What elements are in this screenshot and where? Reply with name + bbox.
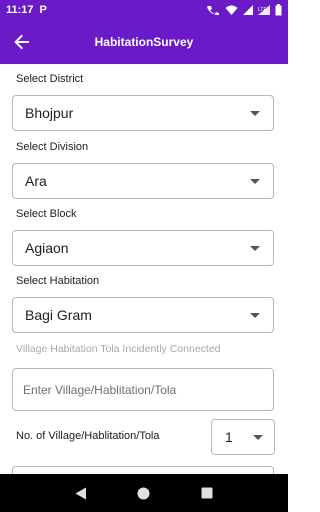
battery-icon [275, 4, 282, 16]
home-circle-icon [137, 487, 150, 499]
signal-icon [243, 5, 253, 15]
nav-recents-button[interactable] [192, 478, 222, 508]
back-triangle-icon [75, 487, 87, 499]
volte-icon [207, 6, 219, 15]
connected-hint: Village Habitation Tola Incidently Conne… [16, 343, 221, 355]
block-dropdown[interactable]: Agiaon [12, 230, 274, 266]
recents-square-icon [201, 487, 213, 499]
block-label: Select Block [16, 208, 77, 220]
dropdown-arrow-icon [250, 179, 260, 184]
arrow-back-icon [14, 34, 29, 50]
system-nav-bar [0, 474, 288, 512]
district-value: Bhojpur [25, 105, 74, 121]
status-time: 11:17 [6, 4, 34, 16]
dropdown-arrow-icon [250, 246, 260, 251]
division-value: Ara [25, 173, 47, 189]
dropdown-arrow-icon [253, 435, 263, 440]
division-dropdown[interactable]: Ara [12, 163, 274, 199]
count-label: No. of Village/Hablitation/Tola [16, 430, 160, 442]
nav-back-button[interactable] [66, 478, 96, 508]
village-input[interactable] [12, 368, 274, 411]
count-dropdown[interactable]: 1 [211, 419, 275, 455]
wifi-icon [225, 5, 238, 15]
status-icons: LTE [206, 4, 282, 16]
block-value: Agiaon [25, 240, 69, 256]
svg-text:LTE: LTE [258, 7, 267, 13]
dropdown-arrow-icon [250, 111, 260, 116]
app-bar: HabitationSurvey [0, 20, 288, 64]
status-bar: 11:17 P LTE [0, 0, 288, 20]
habitation-label: Select Habitation [16, 275, 100, 287]
back-button[interactable] [0, 20, 44, 64]
dropdown-arrow-icon [250, 313, 260, 318]
habitation-value: Bagi Gram [25, 307, 92, 323]
district-label: Select District [16, 73, 84, 85]
district-dropdown[interactable]: Bhojpur [12, 95, 274, 131]
status-app-indicator: P [39, 4, 47, 16]
count-value: 1 [225, 429, 233, 445]
nav-home-button[interactable] [129, 478, 159, 508]
habitation-dropdown[interactable]: Bagi Gram [12, 297, 274, 333]
division-label: Select Division [16, 141, 89, 153]
signal-lte-icon: LTE [258, 5, 270, 15]
